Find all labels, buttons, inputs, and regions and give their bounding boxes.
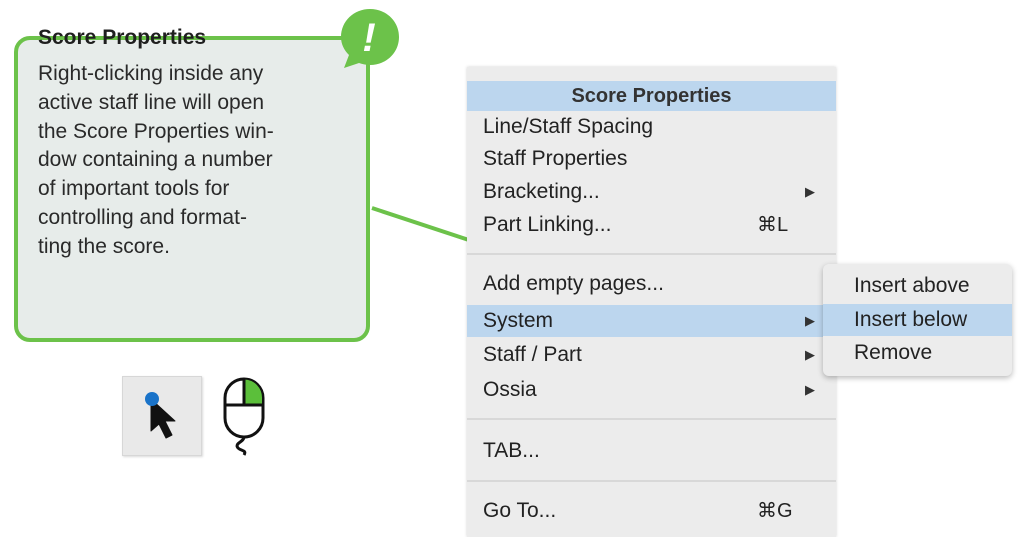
menu-item-line-staff-spacing[interactable]: Line/Staff Spacing — [467, 111, 836, 143]
menu-item-label: System — [483, 309, 554, 332]
callout-line: of important tools for — [38, 177, 230, 201]
submenu-item-label: Insert below — [854, 308, 968, 331]
score-properties-menu: Score Properties Line/Staff Spacing Staf… — [467, 67, 836, 537]
menu-item-label: Part Linking... — [483, 213, 612, 236]
callout-line: the Score Properties win- — [38, 119, 274, 143]
menu-item-label: Go To... — [483, 499, 557, 522]
menu-separator — [467, 418, 836, 420]
menu-header: Score Properties — [467, 81, 836, 111]
menu-separator — [467, 253, 836, 255]
menu-item-bracketing[interactable]: Bracketing... ▶ — [467, 176, 836, 208]
menu-item-label: Staff / Part — [483, 343, 582, 366]
submenu-item-label: Insert above — [854, 274, 970, 297]
submenu-arrow-icon: ▶ — [805, 184, 815, 199]
menu-item-staff-part[interactable]: Staff / Part ▶ — [467, 339, 836, 371]
system-submenu: Insert above Insert below Remove — [823, 264, 1012, 376]
menu-item-tab[interactable]: TAB... — [467, 435, 836, 467]
submenu-item-label: Remove — [854, 341, 933, 364]
callout-line: ting the score. — [38, 234, 170, 258]
menu-item-label: Add empty pages... — [483, 272, 664, 295]
pointer-cursor-icon — [145, 392, 176, 439]
submenu-arrow-icon: ▶ — [805, 313, 815, 328]
menu-item-label: Staff Properties — [483, 147, 628, 170]
menu-item-add-empty-pages[interactable]: Add empty pages... — [467, 268, 836, 300]
callout-line: Right-clicking inside any — [38, 62, 264, 85]
menu-item-go-to[interactable]: Go To... ⌘G — [467, 495, 836, 527]
submenu-item-insert-above[interactable]: Insert above — [823, 270, 1012, 302]
shortcut-label: ⌘G — [757, 500, 793, 522]
submenu-item-remove[interactable]: Remove — [823, 337, 1012, 369]
menu-item-part-linking[interactable]: Part Linking... ⌘L — [467, 209, 836, 241]
menu-item-label: Bracketing... — [483, 180, 600, 203]
submenu-item-insert-below[interactable]: Insert below — [823, 304, 1012, 336]
cursor-tile — [122, 376, 202, 456]
callout-line: active staff line will open — [38, 90, 265, 114]
menu-item-label: Line/Staff Spacing — [483, 115, 654, 138]
menu-item-system[interactable]: System ▶ — [467, 305, 836, 337]
shortcut-label: ⌘L — [757, 214, 789, 236]
exclamation-icon: ! — [341, 9, 399, 68]
submenu-arrow-icon: ▶ — [805, 347, 815, 362]
menu-item-ossia[interactable]: Ossia ▶ — [467, 374, 836, 406]
callout-line: controlling and format- — [38, 205, 247, 229]
submenu-arrow-icon: ▶ — [805, 382, 815, 397]
mouse-right-click-icon — [223, 377, 265, 456]
menu-separator — [467, 480, 836, 482]
menu-item-label: TAB... — [483, 439, 540, 462]
menu-item-staff-properties[interactable]: Staff Properties — [467, 143, 836, 175]
badge-glyph: ! — [362, 16, 375, 60]
callout-body: Right-clicking inside any active staff l… — [38, 60, 338, 262]
callout-line: dow containing a number — [38, 148, 273, 172]
callout-title: Score Properties — [38, 26, 207, 49]
menu-item-label: Ossia — [483, 378, 537, 401]
